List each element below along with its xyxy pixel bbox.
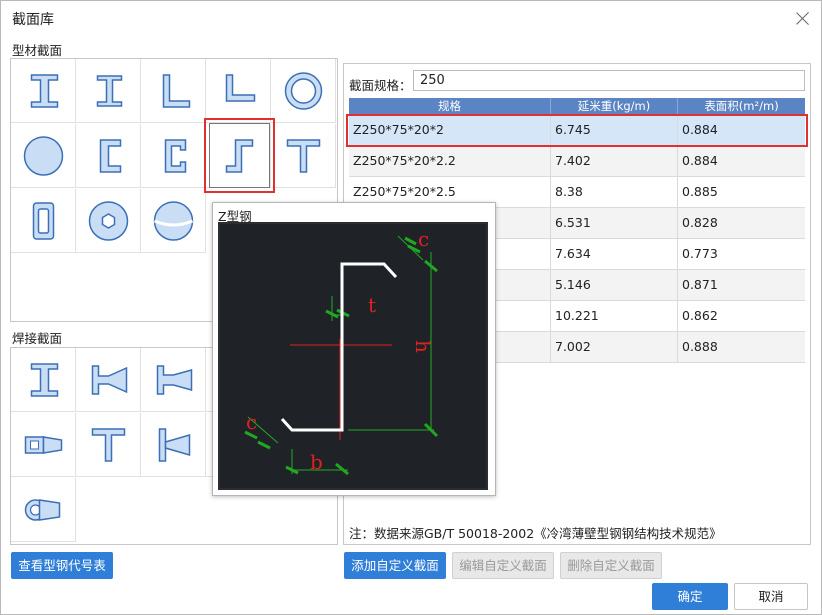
view-code-table-button[interactable]: 查看型钢代号表 xyxy=(11,552,113,579)
welded-type-cell[interactable] xyxy=(141,348,206,412)
selected-profile-highlight xyxy=(204,118,275,193)
equal-angle-icon xyxy=(162,74,191,108)
welded-type-cell[interactable] xyxy=(11,348,76,412)
tapered-t-icon xyxy=(158,428,191,462)
welded-section-title: 焊接截面 xyxy=(12,331,63,346)
profiles-section-title: 型材截面 xyxy=(12,43,63,58)
spec-input[interactable]: 250 xyxy=(413,70,805,91)
ring-tube-icon xyxy=(284,72,323,110)
welded-type-cell[interactable] xyxy=(11,413,76,477)
profile-type-cell[interactable] xyxy=(11,124,76,188)
sphere-icon xyxy=(153,201,194,241)
welded-type-cell[interactable] xyxy=(76,413,141,477)
ok-button[interactable]: 确定 xyxy=(652,583,728,610)
welded-i-beam-icon xyxy=(30,363,59,397)
cell-area: 0.828 xyxy=(682,215,718,230)
cell-spec: Z250*75*20*2.2 xyxy=(349,146,551,176)
label-b: b xyxy=(310,450,323,474)
column-header-area[interactable]: 表面积(m²/m) xyxy=(678,98,805,115)
cell-weight: 7.402 xyxy=(551,146,678,176)
edit-custom-section-button[interactable]: 编辑自定义截面 xyxy=(452,552,554,579)
cell-area: 0.773 xyxy=(682,246,718,261)
welded-type-cell[interactable] xyxy=(11,478,76,542)
profile-type-cell[interactable] xyxy=(11,59,76,123)
label-t: t xyxy=(368,293,376,317)
cell-weight: 6.531 xyxy=(551,208,678,238)
profile-type-cell[interactable] xyxy=(141,124,206,188)
i-beam-icon xyxy=(30,74,59,108)
cell-area: 0.862 xyxy=(682,308,718,323)
profile-type-cell[interactable] xyxy=(271,124,336,188)
z-section-drawing: c t h c b xyxy=(244,227,439,476)
welded-t-icon xyxy=(91,428,126,462)
add-custom-section-button[interactable]: 添加自定义截面 xyxy=(344,552,446,579)
tapered-i-beam-2-icon xyxy=(156,365,193,395)
profile-type-cell[interactable] xyxy=(141,189,206,253)
profile-type-cell[interactable] xyxy=(76,189,141,253)
column-header-weight[interactable]: 延米重(kg/m) xyxy=(551,98,678,115)
spec-label: 截面规格： xyxy=(349,78,412,93)
profile-type-cell[interactable] xyxy=(141,59,206,123)
preview-canvas: c t h c b xyxy=(218,222,488,490)
cell-area: 0.871 xyxy=(682,277,718,292)
welded-box-tapered-2-icon xyxy=(24,436,63,454)
profile-type-cell[interactable] xyxy=(11,189,76,253)
cell-weight: 7.634 xyxy=(551,239,678,269)
column-header-spec[interactable]: 规格 xyxy=(349,98,551,115)
welded-type-cell[interactable] xyxy=(141,413,206,477)
profile-type-cell[interactable] xyxy=(271,59,336,123)
cell-spec: Z250*75*20*2 xyxy=(349,115,551,145)
channel-icon xyxy=(99,139,122,173)
z-section-preview-popup: Z型钢 c t h c b xyxy=(212,202,496,496)
rectangular-tube-icon xyxy=(32,202,55,240)
cancel-button[interactable]: 取消 xyxy=(734,583,808,610)
cell-weight: 5.146 xyxy=(551,270,678,300)
data-source-note: 注：数据来源GB/T 50018-2002《冷湾薄壁型钢钢结构技术规范》 xyxy=(349,526,722,541)
table-row[interactable]: Z250*75*20*2.2 7.402 0.884 xyxy=(349,146,805,177)
label-c-top: c xyxy=(418,227,429,251)
table-header: 规格 延米重(kg/m) 表面积(m²/m) xyxy=(349,98,805,115)
section-library-dialog: 截面库 型材截面 焊接截面 截面规格： 250 规格 延米重(kg/m) 表面积… xyxy=(0,0,822,615)
cell-area: 0.885 xyxy=(682,184,718,199)
welded-type-cell[interactable] xyxy=(76,348,141,412)
cell-weight: 8.38 xyxy=(551,177,678,207)
cell-area: 0.884 xyxy=(682,153,718,168)
unequal-angle-icon xyxy=(225,74,256,102)
tapered-i-beam-icon xyxy=(91,365,128,395)
t-section-icon xyxy=(286,139,321,173)
delete-custom-section-button[interactable]: 删除自定义截面 xyxy=(560,552,662,579)
cell-area: 0.888 xyxy=(682,339,718,354)
profile-type-cell[interactable] xyxy=(76,124,141,188)
tapered-ring-icon xyxy=(24,499,61,521)
solid-circle-icon xyxy=(23,136,64,176)
cell-weight: 7.002 xyxy=(551,332,678,362)
close-icon[interactable] xyxy=(794,10,812,28)
label-h: h xyxy=(411,340,435,353)
table-row[interactable]: Z250*75*20*2 6.745 0.884 xyxy=(349,115,805,146)
lipped-channel-icon xyxy=(164,139,187,173)
profile-type-cell[interactable] xyxy=(206,59,271,123)
profile-type-cell[interactable] xyxy=(76,59,141,123)
h-beam-icon xyxy=(96,75,123,107)
label-c-bottom: c xyxy=(246,410,257,434)
cell-area: 0.884 xyxy=(682,122,718,137)
dialog-title: 截面库 xyxy=(12,12,54,28)
cell-weight: 10.221 xyxy=(551,301,678,331)
cell-weight: 6.745 xyxy=(551,115,678,145)
hexagon-bolt-icon xyxy=(88,201,129,241)
